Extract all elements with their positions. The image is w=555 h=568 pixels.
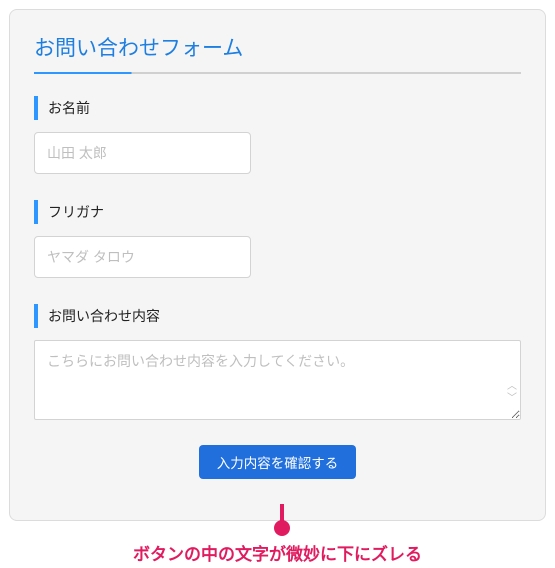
furigana-label: フリガナ: [34, 200, 521, 224]
annotation-caption: ボタンの中の文字が微妙に下にズレる: [0, 540, 555, 565]
title-underline: [34, 72, 521, 74]
name-input[interactable]: [34, 132, 251, 174]
inquiry-textarea-wrap: ︿ ﹀: [34, 340, 521, 445]
form-title: お問い合わせフォーム: [34, 32, 521, 72]
submit-row: 入力内容を確認する: [34, 445, 521, 479]
submit-button[interactable]: 入力内容を確認する: [199, 445, 357, 479]
contact-form-panel: お問い合わせフォーム お名前 フリガナ お問い合わせ内容 ︿ ﹀ 入力内容を確認…: [9, 9, 546, 521]
name-label: お名前: [34, 96, 521, 120]
inquiry-textarea[interactable]: [34, 340, 521, 420]
furigana-input[interactable]: [34, 236, 251, 278]
inquiry-label: お問い合わせ内容: [34, 304, 521, 328]
